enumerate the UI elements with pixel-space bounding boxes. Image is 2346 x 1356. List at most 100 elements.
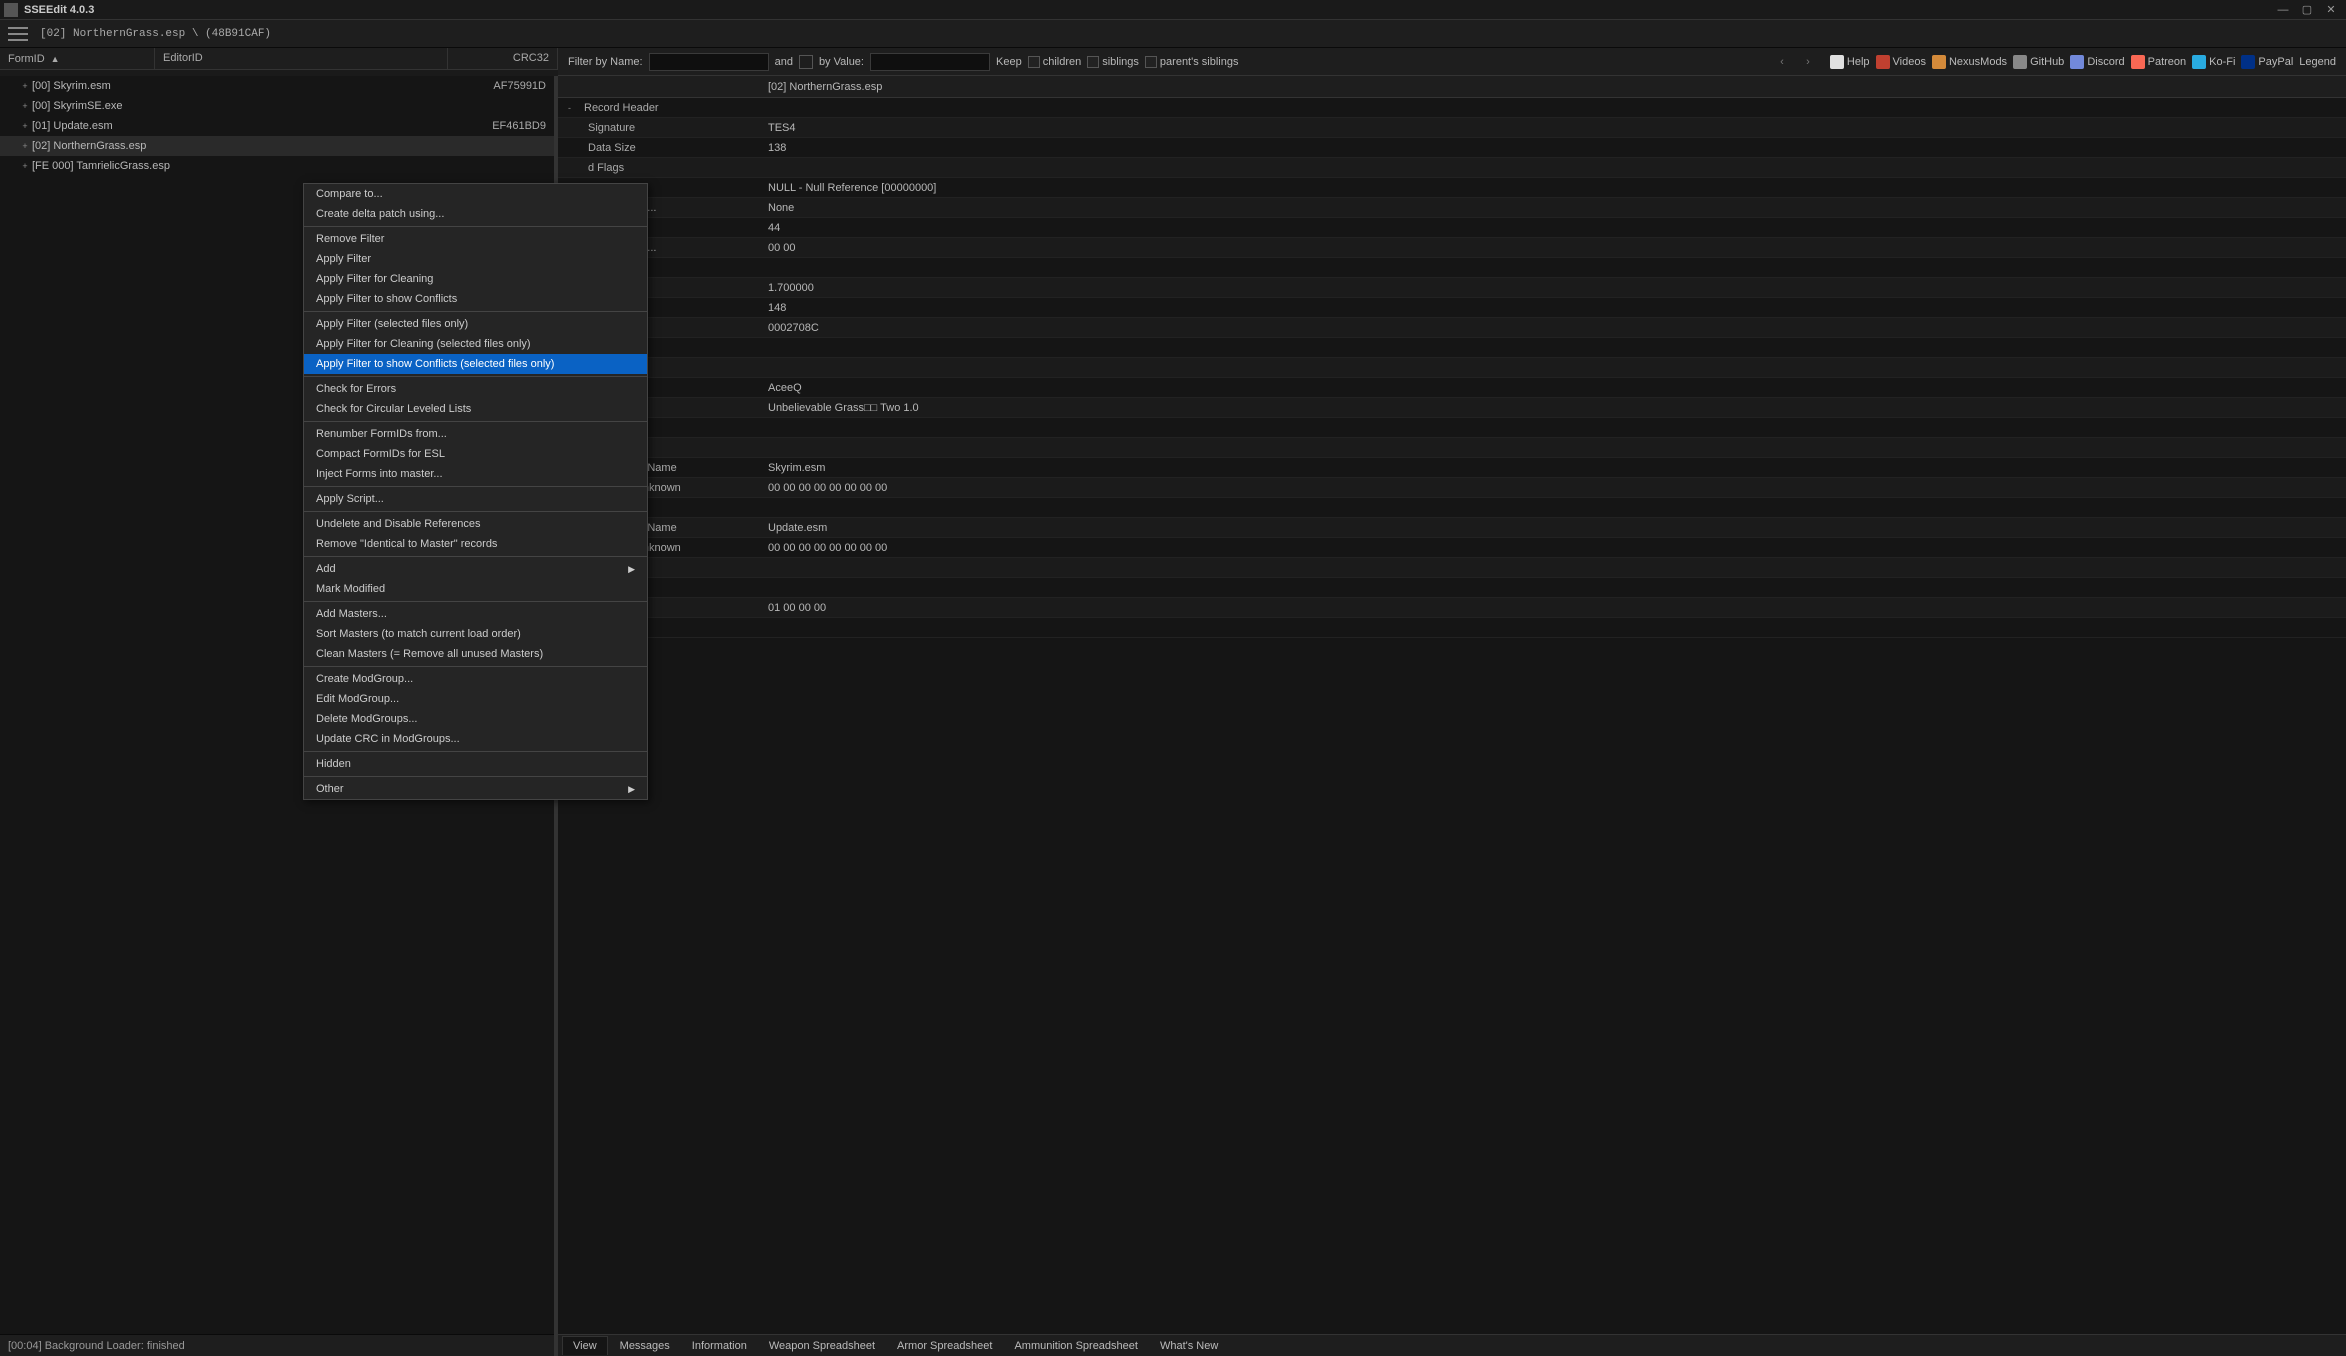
external-link-videos[interactable]: Videos	[1876, 55, 1926, 69]
bottom-tab[interactable]: Weapon Spreadsheet	[759, 1337, 885, 1355]
record-row[interactable]: nknown	[558, 618, 2346, 638]
menu-item[interactable]: Apply Filter to show Conflicts	[304, 289, 647, 309]
record-row[interactable]: escriptionUnbelievable Grass□□ Two 1.0	[558, 398, 2346, 418]
nav-forward-button[interactable]: ›	[1798, 52, 1818, 72]
menu-item[interactable]: Hidden	[304, 754, 647, 774]
record-row[interactable]: nknown	[558, 358, 2346, 378]
record-row[interactable]: nknown	[558, 338, 2346, 358]
menu-item[interactable]: Delete ModGroups...	[304, 709, 647, 729]
menu-item[interactable]: Check for Circular Leveled Lists	[304, 399, 647, 419]
record-row[interactable]: r of Records148	[558, 298, 2346, 318]
keep-children-checkbox[interactable]: children	[1028, 56, 1082, 68]
record-row[interactable]: ion Control I...00 00	[558, 238, 2346, 258]
menu-item[interactable]: Compact FormIDs for ESL	[304, 444, 647, 464]
column-formid[interactable]: FormID▲	[0, 48, 155, 69]
column-crc32[interactable]: CRC32	[448, 48, 558, 69]
menu-item[interactable]: Apply Filter for Cleaning (selected file…	[304, 334, 647, 354]
expand-icon[interactable]: +	[18, 161, 32, 171]
expand-icon[interactable]: +	[18, 81, 32, 91]
menu-item[interactable]: Apply Filter to show Conflicts (selected…	[304, 354, 647, 374]
menu-item[interactable]: Add▶	[304, 559, 647, 579]
legend-button[interactable]: Legend	[2299, 56, 2336, 68]
external-link-ko-fi[interactable]: Ko-Fi	[2192, 55, 2235, 69]
record-field-value: 1.700000	[758, 282, 2346, 294]
record-row[interactable]: uthorAceeQ	[558, 378, 2346, 398]
menu-item[interactable]: Undelete and Disable References	[304, 514, 647, 534]
record-row[interactable]: SignatureTES4	[558, 118, 2346, 138]
record-row[interactable]: ST - FileNameUpdate.esm	[558, 518, 2346, 538]
record-row[interactable]: on1.700000	[558, 278, 2346, 298]
external-link-github[interactable]: GitHub	[2013, 55, 2064, 69]
tree-item[interactable]: +[00] SkyrimSE.exe	[0, 96, 554, 116]
record-table[interactable]: -Record HeaderSignatureTES4Data Size138d…	[558, 98, 2346, 1334]
collapse-icon[interactable]: -	[568, 103, 580, 113]
menu-item[interactable]: Apply Script...	[304, 489, 647, 509]
record-row[interactable]: -Files	[558, 418, 2346, 438]
maximize-button[interactable]: ▢	[2296, 2, 2318, 18]
bottom-tab[interactable]: View	[562, 1336, 608, 1355]
record-row[interactable]: nknown01 00 00 00	[558, 598, 2346, 618]
bottom-tab[interactable]: Messages	[610, 1337, 680, 1355]
menu-item[interactable]: Create delta patch using...	[304, 204, 647, 224]
record-row[interactable]: ST - FileNameSkyrim.esm	[558, 458, 2346, 478]
record-row[interactable]: ATA - Unknown00 00 00 00 00 00 00 00	[558, 538, 2346, 558]
record-row[interactable]: -r File #1	[558, 498, 2346, 518]
menu-item[interactable]: Remove Filter	[304, 229, 647, 249]
filter-value-input[interactable]	[870, 53, 990, 71]
record-row[interactable]: -Record Header	[558, 98, 2346, 118]
main-menu-button[interactable]	[8, 27, 28, 41]
expand-icon[interactable]: +	[18, 121, 32, 131]
expand-icon[interactable]: +	[18, 141, 32, 151]
menu-item[interactable]: Compare to...	[304, 184, 647, 204]
menu-item[interactable]: Check for Errors	[304, 379, 647, 399]
record-row[interactable]: Version44	[558, 218, 2346, 238]
record-row[interactable]: creenshot	[558, 578, 2346, 598]
filter-toggle-icon[interactable]	[799, 55, 813, 69]
menu-item[interactable]: Inject Forms into master...	[304, 464, 647, 484]
column-editorid[interactable]: EditorID	[155, 48, 448, 69]
menu-item[interactable]: Apply Filter (selected files only)	[304, 314, 647, 334]
external-link-discord[interactable]: Discord	[2070, 55, 2124, 69]
menu-item[interactable]: Apply Filter for Cleaning	[304, 269, 647, 289]
keep-parents-checkbox[interactable]: parent's siblings	[1145, 56, 1239, 68]
external-link-patreon[interactable]: Patreon	[2131, 55, 2187, 69]
menu-item[interactable]: Create ModGroup...	[304, 669, 647, 689]
bottom-tab[interactable]: What's New	[1150, 1337, 1228, 1355]
record-row[interactable]: ATA - Unknown00 00 00 00 00 00 00 00	[558, 478, 2346, 498]
bottom-tab[interactable]: Ammunition Spreadsheet	[1004, 1337, 1148, 1355]
record-row[interactable]: ion Control I...None	[558, 198, 2346, 218]
videos-icon	[1876, 55, 1890, 69]
expand-icon[interactable]: +	[18, 101, 32, 111]
menu-item[interactable]: Update CRC in ModGroups...	[304, 729, 647, 749]
record-row[interactable]: d Flags	[558, 158, 2346, 178]
menu-item[interactable]: Apply Filter	[304, 249, 647, 269]
keep-siblings-checkbox[interactable]: siblings	[1087, 56, 1139, 68]
minimize-button[interactable]: —	[2272, 2, 2294, 18]
record-row[interactable]: -r File #0	[558, 438, 2346, 458]
menu-item[interactable]: Mark Modified	[304, 579, 647, 599]
record-row[interactable]: Object ID0002708C	[558, 318, 2346, 338]
bottom-tab[interactable]: Information	[682, 1337, 757, 1355]
menu-item[interactable]: Sort Masters (to match current load orde…	[304, 624, 647, 644]
menu-item[interactable]: Renumber FormIDs from...	[304, 424, 647, 444]
external-link-help[interactable]: Help	[1830, 55, 1870, 69]
filter-name-input[interactable]	[649, 53, 769, 71]
external-link-nexusmods[interactable]: NexusMods	[1932, 55, 2007, 69]
menu-item[interactable]: Clean Masters (= Remove all unused Maste…	[304, 644, 647, 664]
menu-item[interactable]: Remove "Identical to Master" records	[304, 534, 647, 554]
record-row[interactable]: verridden Forms	[558, 558, 2346, 578]
tree-item[interactable]: +[01] Update.esmEF461BD9	[0, 116, 554, 136]
record-row[interactable]: Data Size138	[558, 138, 2346, 158]
close-button[interactable]: ✕	[2320, 2, 2342, 18]
tree-item[interactable]: +[FE 000] TamrielicGrass.esp	[0, 156, 554, 176]
record-row[interactable]: IDNULL - Null Reference [00000000]	[558, 178, 2346, 198]
tree-item[interactable]: +[02] NorthernGrass.esp	[0, 136, 554, 156]
external-link-paypal[interactable]: PayPal	[2241, 55, 2293, 69]
menu-item[interactable]: Edit ModGroup...	[304, 689, 647, 709]
record-row[interactable]: -eader	[558, 258, 2346, 278]
menu-item[interactable]: Add Masters...	[304, 604, 647, 624]
tree-item[interactable]: +[00] Skyrim.esmAF75991D	[0, 76, 554, 96]
bottom-tab[interactable]: Armor Spreadsheet	[887, 1337, 1002, 1355]
menu-item[interactable]: Other▶	[304, 779, 647, 799]
nav-back-button[interactable]: ‹	[1772, 52, 1792, 72]
